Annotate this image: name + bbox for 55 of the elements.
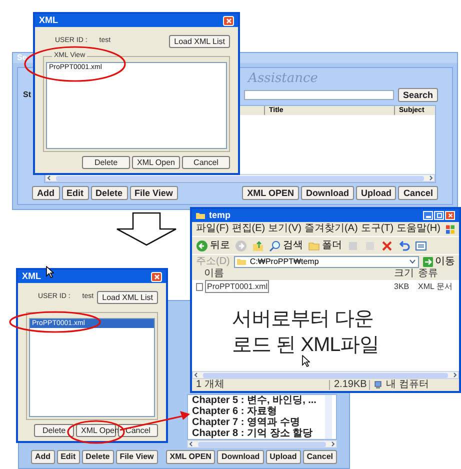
toolbar-button[interactable]: Upload [356,186,396,200]
toolbar-button[interactable]: Upload [266,450,301,464]
chapter-item[interactable]: Chapter 8 : 기억 장소 할당 [192,428,325,439]
toolbar-button[interactable]: Download [217,450,264,464]
menu-item[interactable]: 보기(V) [268,224,302,234]
address-field[interactable]: C:₩ProPPT₩temp [234,256,419,268]
search-button[interactable]: 검색 [269,240,303,252]
folders-button[interactable]: 폴더 [308,240,342,252]
menu-item[interactable]: 도움말(H) [396,224,440,234]
dialog-button[interactable]: XML Open [132,156,180,169]
field-label: St [23,89,31,101]
status-text: 2.19KB [329,380,369,390]
toolbar-button[interactable]: Delete [82,450,114,464]
file-name[interactable]: ProPPT0001.xml [205,280,270,293]
menu-item[interactable]: 즐겨찾기(A) [304,224,358,234]
dialog-title: XML [39,14,58,27]
toolbar-button[interactable]: File View [130,186,178,200]
toolbar-button[interactable]: File View [116,450,158,464]
address-label: 주소(D) [196,256,230,266]
caption-text: 서버로부터 다운 로드 된 XML파일 [232,307,380,358]
column-header[interactable]: 이름 [192,268,394,280]
menu-item[interactable]: 편집(E) [232,224,266,234]
column-header[interactable]: 종류 [414,268,459,280]
chapter-item[interactable]: Chapter 7 : 영역과 수명 [192,417,325,428]
search-button[interactable]: Search [398,88,438,102]
dialog-button[interactable]: Cancel [182,156,230,169]
toolbar-button[interactable]: XML OPEN [166,450,216,464]
banner-text: Assistance [248,72,318,85]
load-xml-list-button[interactable]: Load XML List [169,35,230,48]
status-text: 내 컴퓨터 [386,380,429,390]
toolbar-button[interactable]: Add [31,450,55,464]
toolbar-button[interactable]: XML OPEN [242,186,299,200]
file-size: 3KB [394,281,410,292]
toolbar-button[interactable]: Edit [62,186,88,200]
dialog-button[interactable]: Delete [34,424,74,437]
toolbar-button[interactable]: Delete [90,186,128,200]
toolbar-button[interactable]: Edit [56,450,80,464]
toolbar-button[interactable]: Add [32,186,60,200]
toolbar-button[interactable]: Cancel [398,186,438,200]
dialog-button[interactable]: Delete [82,156,130,169]
window-title: Se [17,52,27,64]
load-xml-list-button[interactable]: Load XML List [97,291,158,304]
column-header[interactable]: 크기 [394,268,414,280]
dialog-title: XML [22,270,41,283]
back-button[interactable]: 뒤로 [196,240,230,252]
chapter-item[interactable]: Chapter 6 : 자료형 [192,406,325,417]
chapter-item[interactable]: Chapter 5 : 변수, 바인딩, ... [192,395,325,406]
toolbar-button[interactable]: Download [300,186,354,200]
status-text: 1 개체 [195,380,226,390]
toolbar-button[interactable]: Cancel [302,450,337,464]
menu-item[interactable]: 도구(T) [360,224,394,234]
menu-item[interactable]: 파일(F) [196,224,229,234]
explorer-title: temp [209,209,231,222]
file-type: XML 문서 [417,281,454,292]
go-button[interactable]: 이동 [423,256,455,266]
